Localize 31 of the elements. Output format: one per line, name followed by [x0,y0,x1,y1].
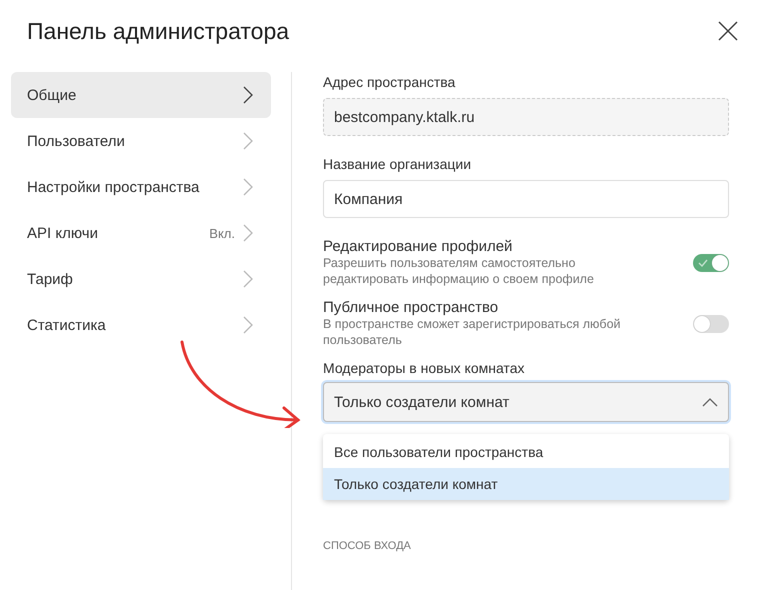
sidebar-item[interactable]: Пользователи [11,118,271,164]
chevron-right-icon [243,270,253,288]
close-icon[interactable] [718,21,738,41]
field-label: Название организации [323,156,472,172]
setting-title: Редактирование профилей [323,238,514,255]
sidebar-item[interactable]: Настройки пространства [11,164,271,210]
chevron-right-icon [243,224,253,242]
sidebar-item[interactable]: Тариф [11,256,271,302]
setting-description: Разрешить пользователям самостоятельно редактировать информацию о своем профиле [323,255,595,287]
chevron-right-icon [243,178,253,196]
sidebar-item[interactable]: API ключи Вкл. [11,210,271,256]
chevron-right-icon [243,132,253,150]
sidebar-item[interactable]: Общие [11,72,271,118]
field-label: Адрес пространства [323,74,456,90]
chevron-up-icon [702,398,718,406]
chevron-right-icon [243,316,253,334]
section-heading: СПОСОБ ВХОДА [323,540,412,552]
dropdown-option[interactable]: Все пользователи пространства [323,436,729,468]
setting-title: Публичное пространство [323,299,500,316]
dropdown-select[interactable]: Только создатели комнат [323,382,729,422]
status-label: Вкл. [209,226,235,240]
chevron-right-icon [243,86,253,104]
setting-description: В пространстве сможет зарегистрироваться любой пользователь [323,316,622,348]
toggle-switch[interactable] [693,254,729,272]
window-title: Панель администратора [27,18,290,44]
check-icon [698,258,708,266]
sidebar-item[interactable]: Статистика [11,302,271,348]
dropdown-option[interactable]: Только создатели комнат [323,468,729,500]
field-label: Модераторы в новых комнатах [323,360,526,376]
toggle-switch[interactable] [693,314,729,332]
input-field[interactable]: Компания [323,180,729,218]
